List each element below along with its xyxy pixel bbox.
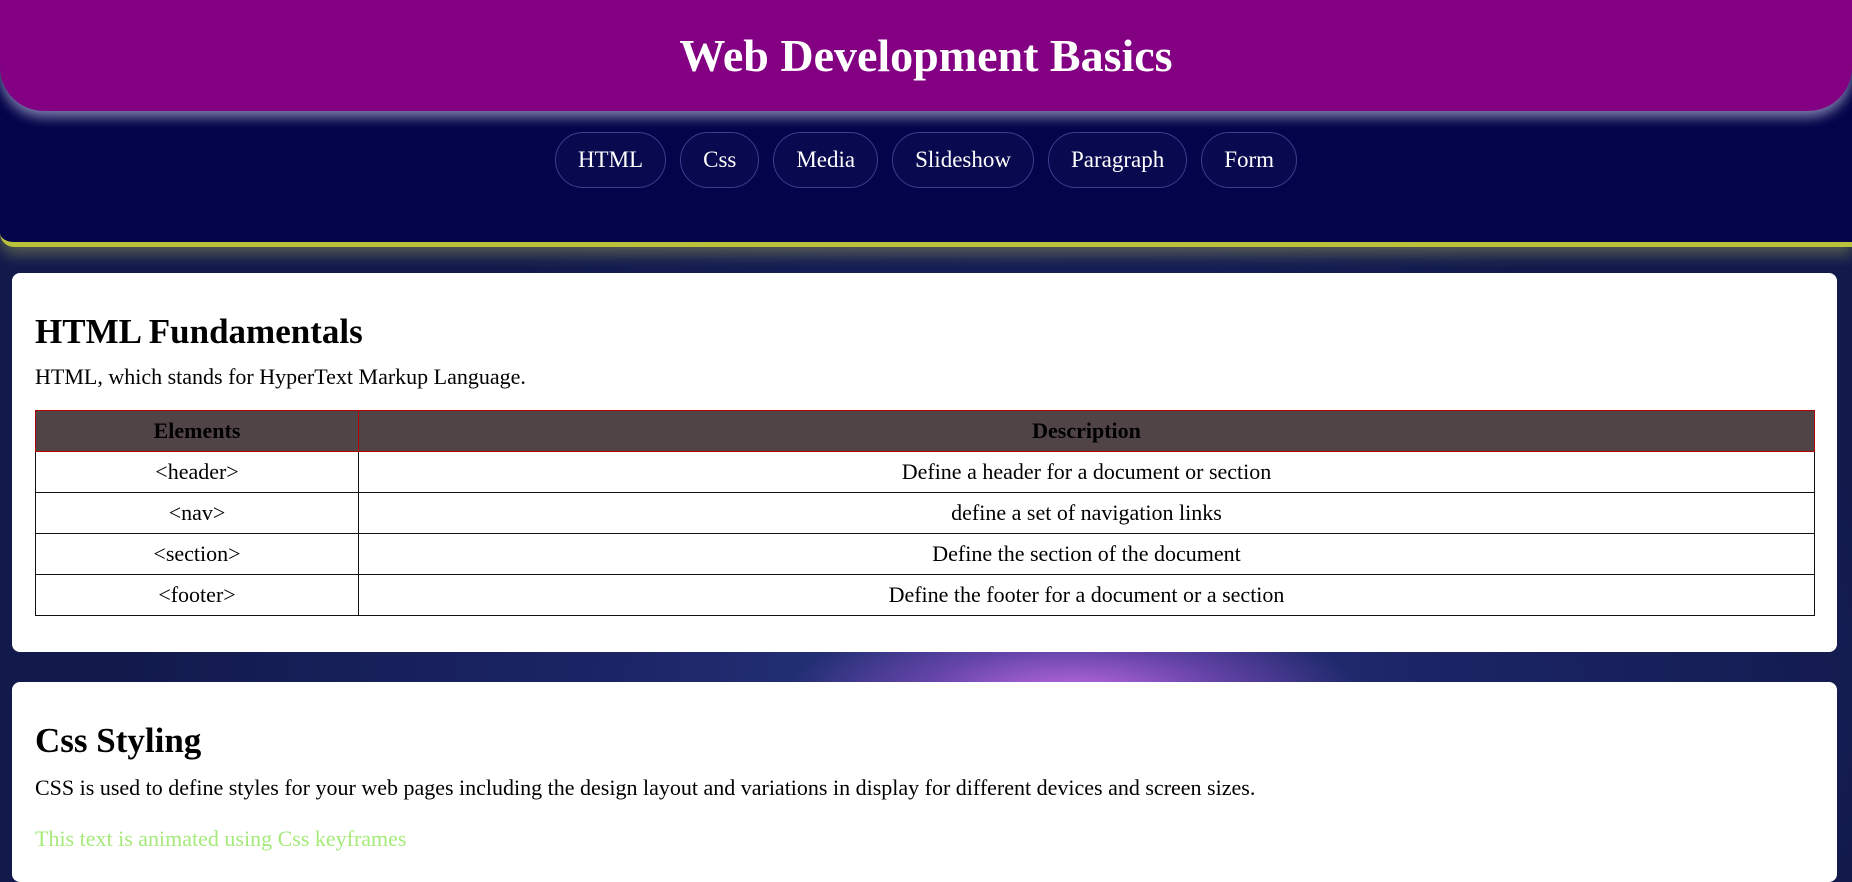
element-cell: <header> — [35, 451, 359, 493]
animated-text: This text is animated using Css keyframe… — [35, 826, 407, 851]
section-heading: HTML Fundamentals — [35, 312, 363, 351]
main-nav: HTML Css Media Slideshow Paragraph Form — [0, 132, 1852, 188]
table-row: <nav> define a set of navigation links — [35, 492, 1815, 534]
table-row: <header> Define a header for a document … — [35, 451, 1815, 493]
nav-link-css[interactable]: Css — [680, 132, 760, 188]
table-header-row: Elements Description — [35, 410, 1815, 452]
nav-link-form[interactable]: Form — [1201, 132, 1298, 188]
element-cell: <nav> — [35, 492, 359, 534]
description-cell: define a set of navigation links — [358, 492, 1815, 534]
column-header-elements: Elements — [35, 410, 359, 452]
section-intro: CSS is used to define styles for your we… — [35, 775, 1256, 800]
element-cell: <section> — [35, 533, 359, 575]
description-cell: Define a header for a document or sectio… — [358, 451, 1815, 493]
section-intro: HTML, which stands for HyperText Markup … — [35, 364, 526, 389]
nav-link-paragraph[interactable]: Paragraph — [1047, 132, 1188, 188]
description-cell: Define the footer for a document or a se… — [358, 574, 1815, 616]
nav-link-media[interactable]: Media — [773, 132, 879, 188]
site-header: Web Development Basics — [0, 0, 1852, 111]
table-row: <section> Define the section of the docu… — [35, 533, 1815, 575]
site-title: Web Development Basics — [679, 30, 1173, 81]
table-row: <footer> Define the footer for a documen… — [35, 574, 1815, 616]
element-cell: <footer> — [35, 574, 359, 616]
html-fundamentals-section: HTML Fundamentals HTML, which stands for… — [12, 273, 1837, 652]
elements-table: Elements Description <header> Define a h… — [35, 410, 1815, 616]
column-header-description: Description — [358, 410, 1815, 452]
nav-link-html[interactable]: HTML — [554, 132, 667, 188]
section-heading: Css Styling — [35, 721, 202, 760]
nav-link-slideshow[interactable]: Slideshow — [892, 132, 1034, 188]
css-styling-section: Css Styling CSS is used to define styles… — [12, 682, 1837, 882]
description-cell: Define the section of the document — [358, 533, 1815, 575]
